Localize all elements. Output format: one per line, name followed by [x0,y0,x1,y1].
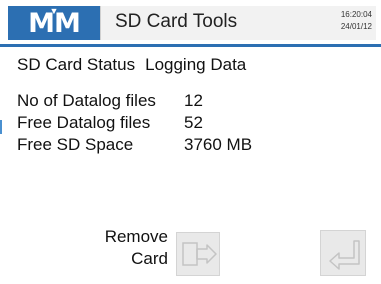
info-value: 52 [184,113,203,132]
return-arrow-icon [329,240,360,270]
info-value: 3760 MB [184,135,253,154]
title-bar: SD Card Tools 16:20:04 24/01/12 [100,6,376,40]
info-row-datalog-count: No of Datalog files 12 [17,90,252,112]
info-label: No of Datalog files [17,91,156,110]
info-value: 12 [184,91,203,110]
sd-status-value: Logging Data [145,55,247,74]
time-text: 16:20:04 [340,10,372,19]
remove-label-line1: Remove [104,227,168,246]
datetime-display: 16:20:04 24/01/12 [341,9,372,33]
header-divider [0,44,381,47]
info-row-free-space: Free SD Space 3760 MB [17,134,252,156]
remove-card-label: Remove Card [80,226,168,270]
brand-logo: ▼ MM [8,6,100,40]
logo-text: MM [28,8,81,39]
sd-status-row: SD Card Status Logging Data [17,55,246,75]
date-text: 24/01/12 [340,22,372,31]
remove-card-button[interactable] [176,232,220,276]
info-label: Free SD Space [17,135,134,154]
info-row-free-datalog: Free Datalog files 52 [17,112,252,134]
edge-marker [0,120,2,134]
sd-info-list: No of Datalog files 12 Free Datalog files… [17,90,252,156]
sd-card-tools-screen: ▼ MM SD Card Tools 16:20:04 24/01/12 SD … [0,0,381,284]
page-title: SD Card Tools [115,11,238,32]
sd-status-label: SD Card Status [17,55,136,74]
info-label: Free Datalog files [17,113,151,132]
header: ▼ MM SD Card Tools 16:20:04 24/01/12 [0,0,381,44]
remove-label-line2: Card [131,249,168,268]
return-button[interactable] [320,230,366,276]
card-eject-icon [182,242,217,266]
